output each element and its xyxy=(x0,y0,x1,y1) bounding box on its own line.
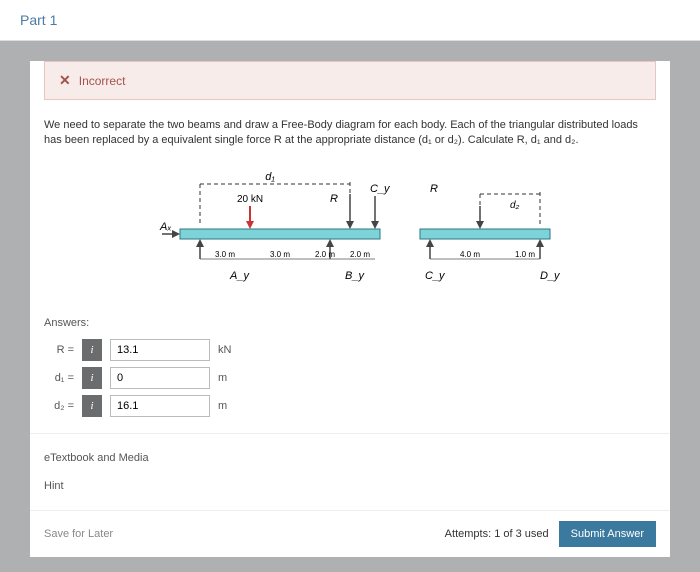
incorrect-alert: ✕ Incorrect xyxy=(44,61,656,100)
content-panel: ✕ Incorrect We need to separate the two … xyxy=(30,61,670,557)
answer-label: d₂ = xyxy=(44,400,74,412)
answer-row: d₁ = i m xyxy=(44,367,656,389)
svg-text:20 kN: 20 kN xyxy=(237,194,263,205)
links-section: eTextbook and Media Hint xyxy=(30,433,670,510)
svg-text:d₂: d₂ xyxy=(510,200,520,211)
part-header: Part 1 xyxy=(0,0,700,41)
answer-label: R = xyxy=(44,344,74,356)
save-for-later-link[interactable]: Save for Later xyxy=(44,528,113,540)
svg-text:3.0 m: 3.0 m xyxy=(270,250,290,259)
answer-input-d2[interactable] xyxy=(110,395,210,417)
svg-text:D_y: D_y xyxy=(540,270,561,282)
svg-text:C_y: C_y xyxy=(370,183,391,195)
svg-text:R: R xyxy=(430,183,438,195)
svg-text:2.0 m: 2.0 m xyxy=(315,250,335,259)
svg-text:B_y: B_y xyxy=(345,270,365,282)
answer-row: R = i kN xyxy=(44,339,656,361)
info-icon[interactable]: i xyxy=(82,367,102,389)
answer-input-R[interactable] xyxy=(110,339,210,361)
answer-rows: R = i kN d₁ = i m d₂ = i m xyxy=(30,339,670,433)
info-icon[interactable]: i xyxy=(82,395,102,417)
svg-text:4.0 m: 4.0 m xyxy=(460,250,480,259)
svg-text:3.0 m: 3.0 m xyxy=(215,250,235,259)
close-icon: ✕ xyxy=(59,72,71,89)
svg-text:C_y: C_y xyxy=(425,270,446,282)
svg-text:Aₓ: Aₓ xyxy=(159,221,172,233)
alert-text: Incorrect xyxy=(79,74,126,88)
answers-label: Answers: xyxy=(30,309,670,333)
free-body-diagram: d₁ 20 kN R C_y Aₓ A_y B_y xyxy=(30,159,670,309)
answer-input-d1[interactable] xyxy=(110,367,210,389)
submit-answer-button[interactable]: Submit Answer xyxy=(559,521,656,547)
answer-label: d₁ = xyxy=(44,372,74,384)
hint-link[interactable]: Hint xyxy=(44,472,656,500)
unit-label: m xyxy=(218,372,258,384)
unit-label: m xyxy=(218,400,258,412)
answer-row: d₂ = i m xyxy=(44,395,656,417)
info-icon[interactable]: i xyxy=(82,339,102,361)
svg-text:A_y: A_y xyxy=(229,270,250,282)
problem-statement: We need to separate the two beams and dr… xyxy=(30,114,670,159)
svg-text:2.0 m: 2.0 m xyxy=(350,250,370,259)
svg-text:d₁: d₁ xyxy=(265,171,275,183)
bottom-bar: Save for Later Attempts: 1 of 3 used Sub… xyxy=(30,510,670,557)
unit-label: kN xyxy=(218,344,258,356)
attempts-counter: Attempts: 1 of 3 used xyxy=(445,528,549,540)
svg-text:R: R xyxy=(330,193,338,205)
etextbook-link[interactable]: eTextbook and Media xyxy=(44,444,656,472)
svg-text:1.0 m: 1.0 m xyxy=(515,250,535,259)
